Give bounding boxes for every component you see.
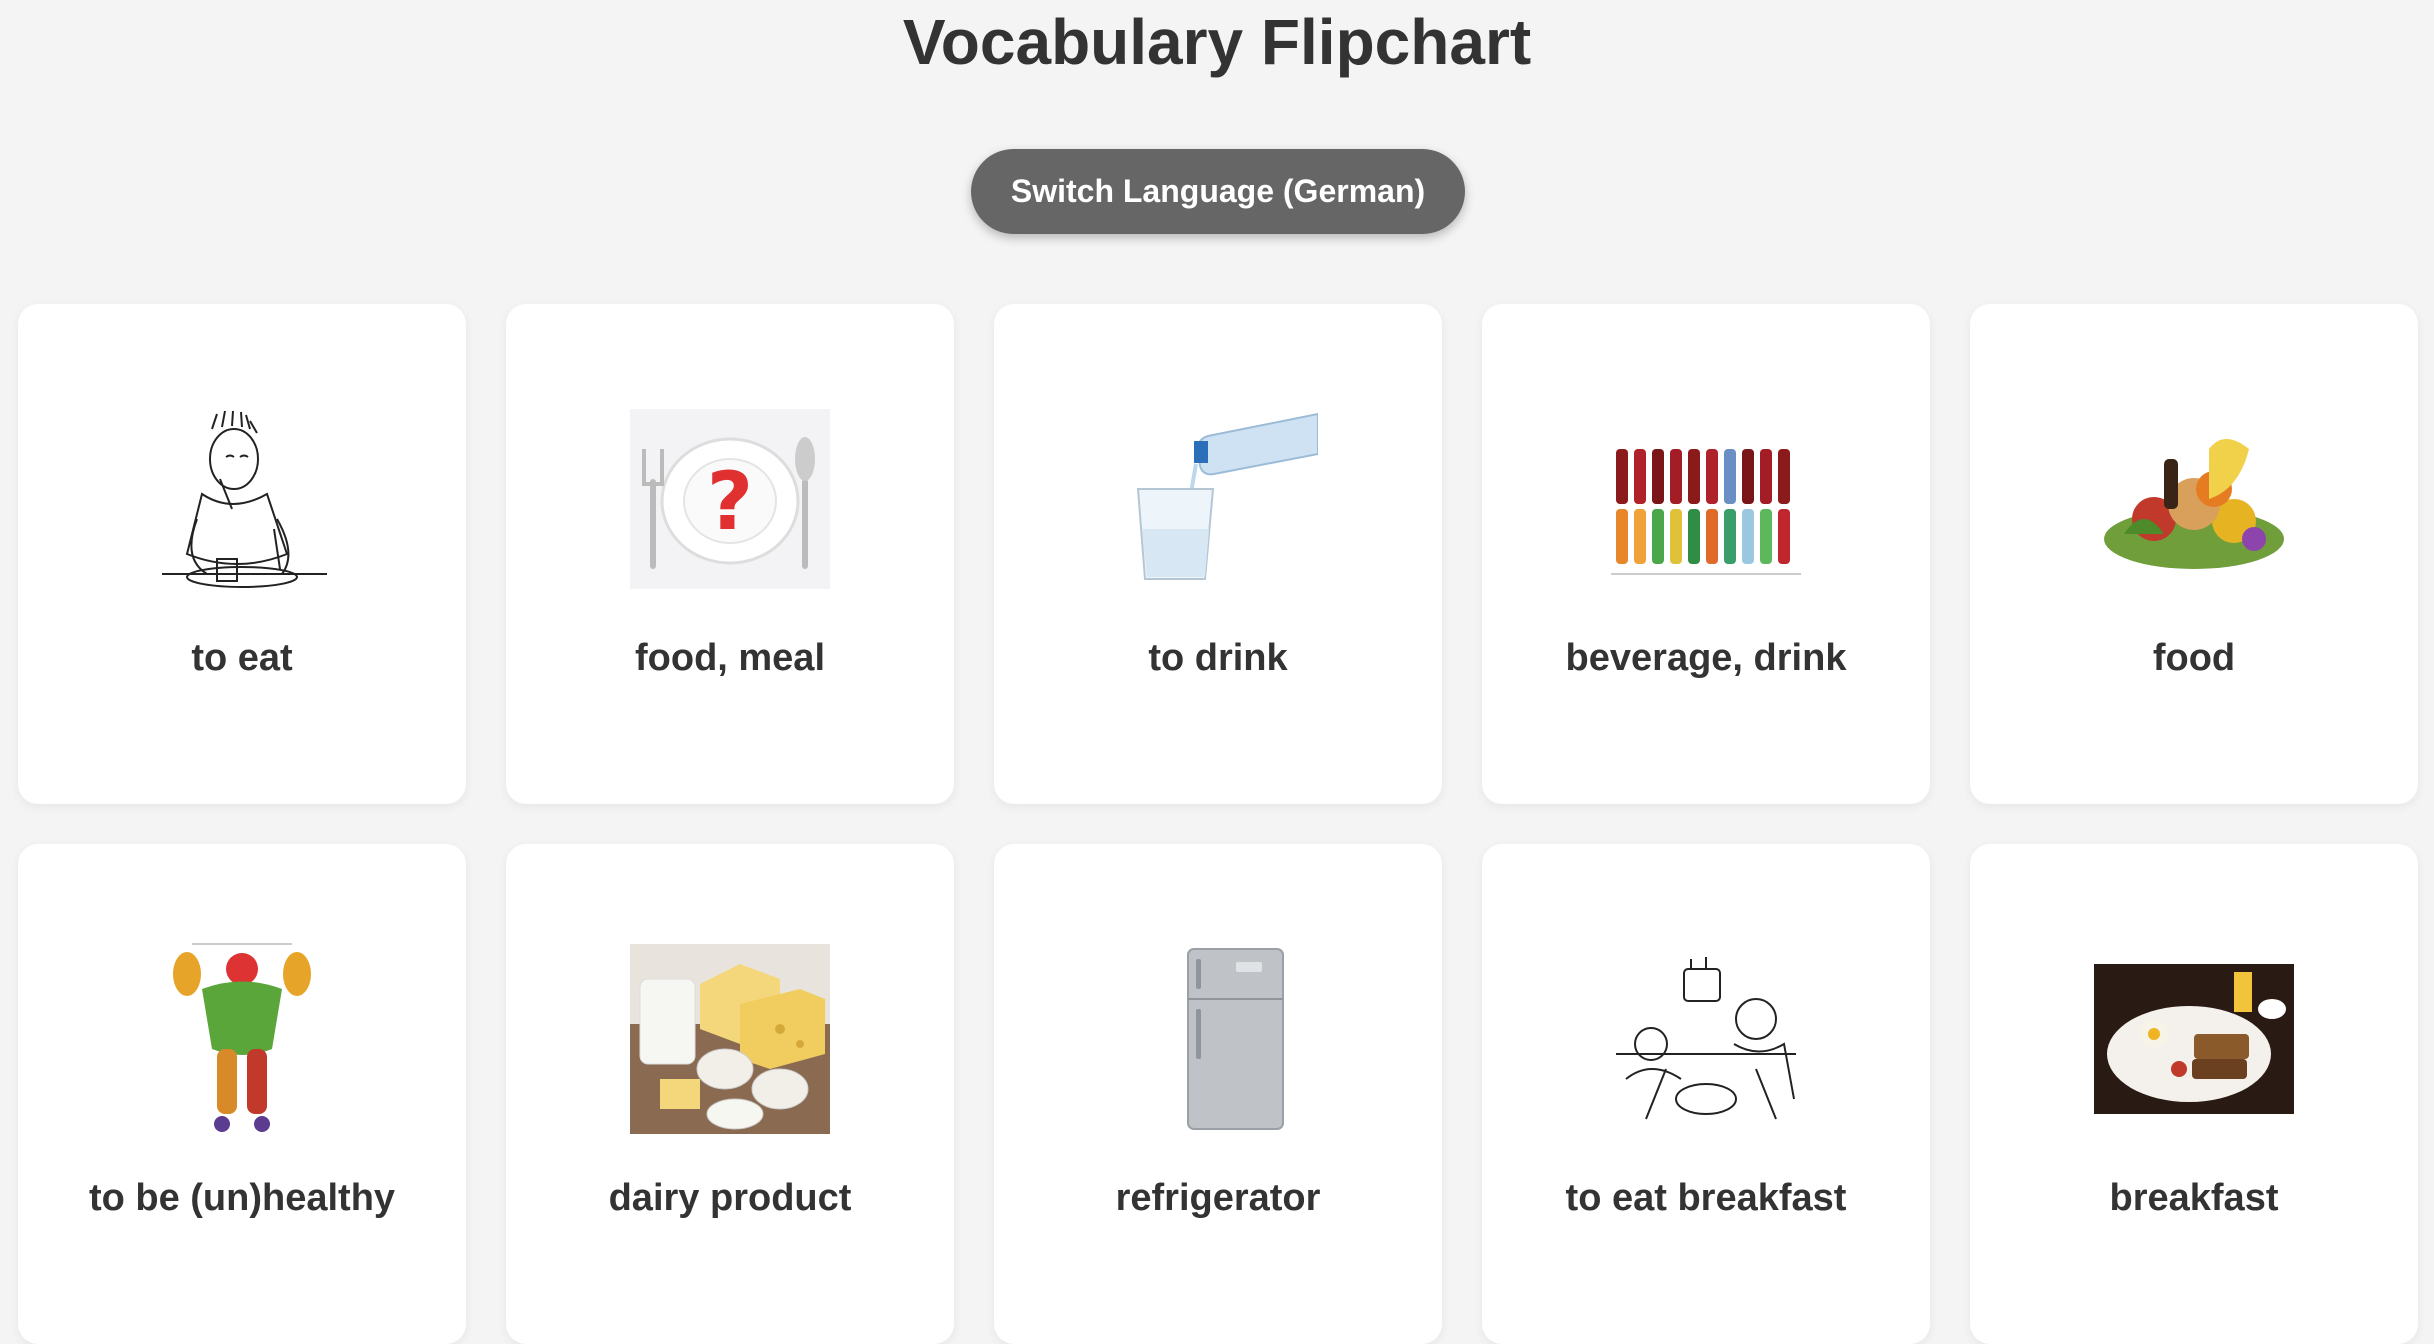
flashcard-dairy-product[interactable]: dairy product bbox=[506, 844, 954, 1344]
flashcard-to-eat-breakfast[interactable]: to eat breakfast bbox=[1482, 844, 1930, 1344]
soda-bottles-icon bbox=[1606, 409, 1806, 589]
breakfast-plate-icon bbox=[2094, 949, 2294, 1129]
flashcard-refrigerator[interactable]: refrigerator bbox=[994, 844, 1442, 1344]
flashcard-food[interactable]: food bbox=[1970, 304, 2418, 804]
svg-text:?: ? bbox=[707, 455, 753, 548]
card-label: to be (un)healthy bbox=[88, 1177, 396, 1219]
flashcard-beverage-drink[interactable]: beverage, drink bbox=[1482, 304, 1930, 804]
flashcard-to-eat[interactable]: to eat bbox=[18, 304, 466, 804]
card-label: dairy product bbox=[608, 1177, 852, 1219]
card-label: to eat bbox=[191, 637, 293, 679]
flashcard-food-meal[interactable]: ? food, meal bbox=[506, 304, 954, 804]
page-title: Vocabulary Flipchart bbox=[902, 6, 1532, 78]
plate-question-icon: ? bbox=[630, 409, 830, 589]
person-eating-icon bbox=[142, 409, 342, 589]
card-label: food bbox=[2152, 637, 2236, 679]
flashcard-grid: to eat ? food, meal to drink beverage, d… bbox=[18, 304, 2418, 1344]
card-label: refrigerator bbox=[1115, 1177, 1321, 1219]
card-label: to drink bbox=[1148, 637, 1288, 679]
veggie-bodybuilder-icon bbox=[142, 943, 342, 1132]
card-label: breakfast bbox=[2109, 1177, 2279, 1219]
flashcard-to-drink[interactable]: to drink bbox=[994, 304, 1442, 804]
breakfast-table-sketch-icon bbox=[1606, 949, 1806, 1129]
card-label: beverage, drink bbox=[1565, 637, 1847, 679]
grocery-pile-icon bbox=[2094, 409, 2294, 589]
flashcard-breakfast[interactable]: breakfast bbox=[1970, 844, 2418, 1344]
card-label: food, meal bbox=[634, 637, 826, 679]
water-pouring-icon bbox=[1118, 409, 1318, 589]
switch-language-button[interactable]: Switch Language (German) bbox=[971, 149, 1465, 234]
flashcard-to-be-unhealthy[interactable]: to be (un)healthy bbox=[18, 844, 466, 1344]
card-label: to eat breakfast bbox=[1565, 1177, 1847, 1219]
refrigerator-icon bbox=[1118, 948, 1318, 1130]
dairy-products-icon bbox=[630, 944, 830, 1134]
